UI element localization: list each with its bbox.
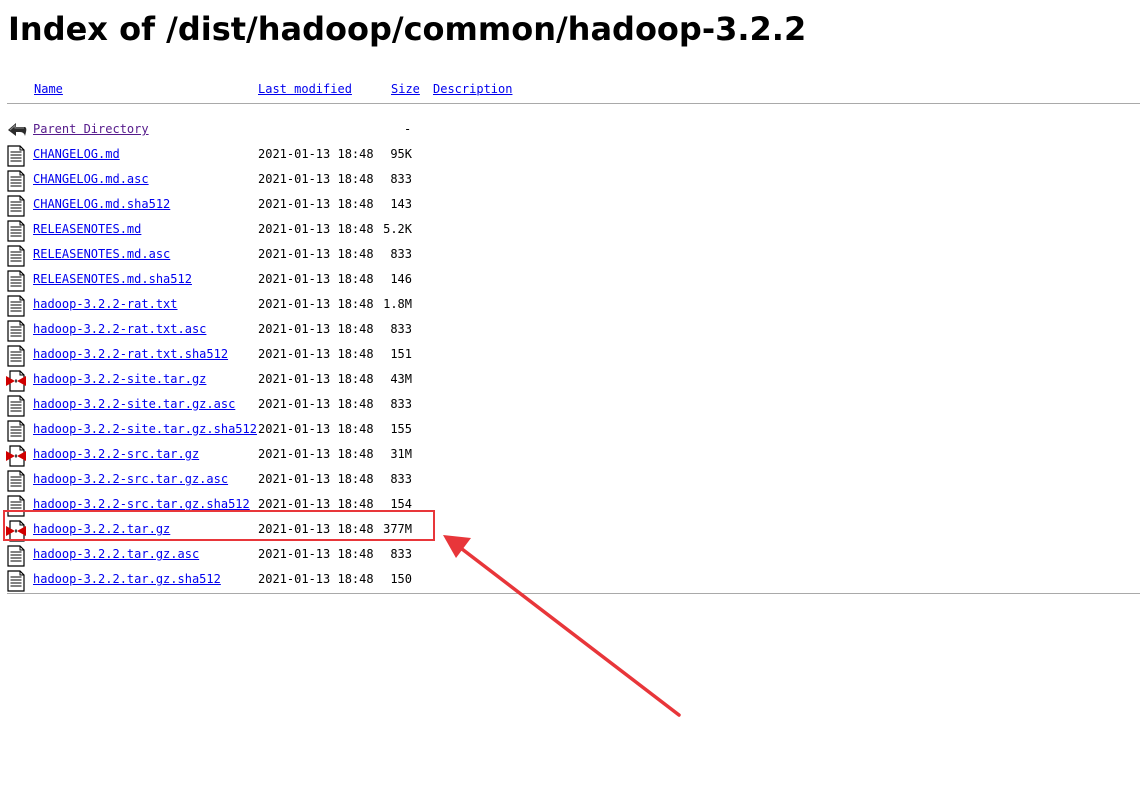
- file-size: 143: [390, 197, 412, 211]
- file-size: 833: [390, 397, 412, 411]
- file-link[interactable]: RELEASENOTES.md.sha512: [33, 272, 192, 286]
- file-link[interactable]: hadoop-3.2.2-rat.txt.sha512: [33, 347, 228, 361]
- compressed-icon: [6, 445, 26, 467]
- file-size: 146: [390, 272, 412, 286]
- text-icon: [6, 195, 26, 217]
- text-icon: [6, 220, 26, 242]
- file-row: CHANGELOG.md 2021-01-13 18:48 95K: [0, 145, 1140, 179]
- file-size: 151: [390, 347, 412, 361]
- parent-size: -: [404, 122, 412, 136]
- file-date: 2021-01-13 18:48: [258, 472, 374, 486]
- text-icon: [6, 470, 26, 492]
- file-link[interactable]: hadoop-3.2.2-rat.txt.asc: [33, 322, 206, 336]
- file-date: 2021-01-13 18:48: [258, 422, 374, 436]
- footer-divider: [7, 593, 1140, 594]
- text-icon: [6, 545, 26, 567]
- column-header-size[interactable]: Size: [391, 82, 420, 96]
- text-icon: [6, 295, 26, 317]
- file-link[interactable]: hadoop-3.2.2-src.tar.gz.asc: [33, 472, 228, 486]
- file-row: CHANGELOG.md.asc 2021-01-13 18:48 833: [0, 170, 1140, 204]
- column-header-last-modified[interactable]: Last modified: [258, 82, 352, 96]
- file-size: 833: [390, 247, 412, 261]
- text-icon: [6, 420, 26, 442]
- back-arrow-icon: [6, 120, 27, 142]
- file-row: hadoop-3.2.2.tar.gz.sha512 2021-01-13 18:…: [0, 570, 1140, 604]
- file-size: 95K: [390, 147, 412, 161]
- file-date: 2021-01-13 18:48: [258, 272, 374, 286]
- file-row: hadoop-3.2.2-src.tar.gz.sha512 2021-01-13…: [0, 495, 1140, 529]
- file-link[interactable]: hadoop-3.2.2-src.tar.gz: [33, 447, 199, 461]
- file-size: 1.8M: [383, 297, 412, 311]
- file-row: RELEASENOTES.md 2021-01-13 18:48 5.2K: [0, 220, 1140, 254]
- file-date: 2021-01-13 18:48: [258, 447, 374, 461]
- file-size: 31M: [390, 447, 412, 461]
- text-icon: [6, 245, 26, 267]
- file-date: 2021-01-13 18:48: [258, 572, 374, 586]
- file-date: 2021-01-13 18:48: [258, 372, 374, 386]
- file-date: 2021-01-13 18:48: [258, 297, 374, 311]
- file-row: CHANGELOG.md.sha512 2021-01-13 18:48 143: [0, 195, 1140, 229]
- file-size: 833: [390, 322, 412, 336]
- file-link[interactable]: CHANGELOG.md.sha512: [33, 197, 170, 211]
- text-icon: [6, 145, 26, 167]
- file-date: 2021-01-13 18:48: [258, 497, 374, 511]
- header-divider: [7, 103, 1140, 104]
- file-link[interactable]: hadoop-3.2.2-rat.txt: [33, 297, 178, 311]
- file-date: 2021-01-13 18:48: [258, 322, 374, 336]
- text-icon: [6, 395, 26, 417]
- file-link[interactable]: hadoop-3.2.2-src.tar.gz.sha512: [33, 497, 250, 511]
- parent-directory-link[interactable]: Parent Directory: [33, 122, 149, 136]
- file-size: 833: [390, 172, 412, 186]
- file-size: 377M: [383, 522, 412, 536]
- file-link[interactable]: hadoop-3.2.2.tar.gz.asc: [33, 547, 199, 561]
- file-date: 2021-01-13 18:48: [258, 397, 374, 411]
- column-header-name[interactable]: Name: [34, 82, 63, 96]
- file-date: 2021-01-13 18:48: [258, 197, 374, 211]
- file-size: 43M: [390, 372, 412, 386]
- file-date: 2021-01-13 18:48: [258, 222, 374, 236]
- file-size: 833: [390, 547, 412, 561]
- text-icon: [6, 270, 26, 292]
- file-link[interactable]: CHANGELOG.md: [33, 147, 120, 161]
- file-link[interactable]: hadoop-3.2.2.tar.gz: [33, 522, 170, 536]
- file-size: 154: [390, 497, 412, 511]
- compressed-icon: [6, 520, 26, 542]
- file-date: 2021-01-13 18:48: [258, 547, 374, 561]
- file-size: 833: [390, 472, 412, 486]
- compressed-icon: [6, 370, 26, 392]
- file-link[interactable]: hadoop-3.2.2-site.tar.gz: [33, 372, 206, 386]
- parent-directory-row: Parent Directory -: [0, 122, 1140, 154]
- file-link[interactable]: RELEASENOTES.md.asc: [33, 247, 170, 261]
- page-title: Index of /dist/hadoop/common/hadoop-3.2.…: [8, 10, 807, 48]
- file-date: 2021-01-13 18:48: [258, 522, 374, 536]
- text-icon: [6, 320, 26, 342]
- file-size: 150: [390, 572, 412, 586]
- text-icon: [6, 570, 26, 592]
- file-date: 2021-01-13 18:48: [258, 247, 374, 261]
- text-icon: [6, 495, 26, 517]
- file-link[interactable]: CHANGELOG.md.asc: [33, 172, 149, 186]
- text-icon: [6, 170, 26, 192]
- text-icon: [6, 345, 26, 367]
- file-size: 155: [390, 422, 412, 436]
- file-size: 5.2K: [383, 222, 412, 236]
- file-link[interactable]: RELEASENOTES.md: [33, 222, 141, 236]
- file-date: 2021-01-13 18:48: [258, 147, 374, 161]
- file-link[interactable]: hadoop-3.2.2.tar.gz.sha512: [33, 572, 221, 586]
- file-date: 2021-01-13 18:48: [258, 347, 374, 361]
- file-link[interactable]: hadoop-3.2.2-site.tar.gz.sha512: [33, 422, 257, 436]
- file-link[interactable]: hadoop-3.2.2-site.tar.gz.asc: [33, 397, 235, 411]
- column-header-description[interactable]: Description: [433, 82, 512, 96]
- file-date: 2021-01-13 18:48: [258, 172, 374, 186]
